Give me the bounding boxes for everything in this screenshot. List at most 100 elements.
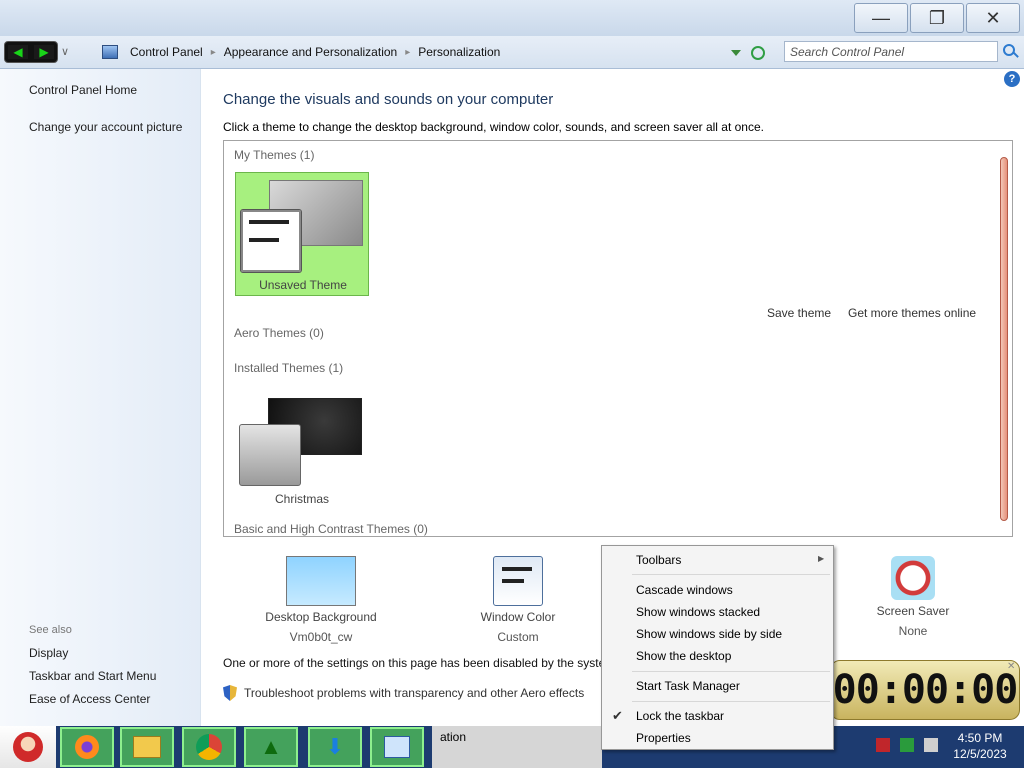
disabled-settings-message: One or more of the settings on this page… bbox=[223, 656, 603, 670]
start-button[interactable] bbox=[0, 726, 56, 768]
help-icon[interactable]: ? bbox=[1004, 71, 1020, 87]
desktop-background-value: Vm0b0t_cw bbox=[289, 630, 353, 644]
address-bar[interactable]: Control Panel ▸ Appearance and Personali… bbox=[96, 41, 746, 63]
submenu-arrow-icon: ▶ bbox=[818, 554, 825, 563]
minimize-button[interactable]: — bbox=[854, 3, 908, 33]
breadcrumb-personalization[interactable]: Personalization bbox=[418, 45, 500, 59]
preview-bar bbox=[502, 579, 524, 583]
theme-name: Christmas bbox=[274, 492, 329, 506]
page-description: Click a theme to change the desktop back… bbox=[223, 120, 764, 134]
menu-item-lock-taskbar[interactable]: Lock the taskbar bbox=[636, 709, 724, 723]
screen-saver-icon bbox=[891, 556, 935, 600]
breadcrumb-appearance[interactable]: Appearance and Personalization bbox=[224, 45, 397, 59]
window-color-value: Custom bbox=[497, 630, 539, 644]
group-installed-themes: Installed Themes (1) bbox=[234, 361, 344, 375]
taskbar-start-menu-link[interactable]: Taskbar and Start Menu bbox=[29, 669, 156, 683]
taskbar-xmas-button[interactable]: ▲ bbox=[244, 727, 298, 767]
left-pane: Control Panel Home Change your account p… bbox=[0, 69, 201, 726]
window-preview-icon bbox=[240, 209, 302, 273]
breadcrumb-separator-icon[interactable]: ▸ bbox=[405, 47, 410, 58]
screen-saver-label: Screen Saver bbox=[876, 604, 950, 618]
theme-tile-unsaved[interactable]: Unsaved Theme bbox=[235, 172, 369, 296]
menu-item-side-by-side[interactable]: Show windows side by side bbox=[636, 627, 782, 641]
desktop-background-label: Desktop Background bbox=[265, 610, 377, 624]
tray-date[interactable]: 12/5/2023 bbox=[946, 747, 1014, 761]
download-icon: ⬇ bbox=[325, 734, 345, 759]
clock-gadget[interactable]: 00:00:00 bbox=[830, 660, 1020, 720]
recent-pages-chevron-icon[interactable]: ∨ bbox=[61, 45, 69, 58]
search-input[interactable]: Search Control Panel bbox=[784, 41, 998, 62]
forward-button[interactable]: ▶ bbox=[34, 45, 54, 59]
taskbar-control-panel-button[interactable] bbox=[370, 727, 424, 767]
group-basic-themes: Basic and High Contrast Themes (0) bbox=[234, 522, 428, 536]
desktop-background-setting[interactable]: Desktop Background Vm0b0t_cw bbox=[251, 556, 391, 644]
theme-list: My Themes (1) Unsaved Theme Save theme G… bbox=[223, 140, 1013, 537]
theme-list-scrollbar[interactable] bbox=[1000, 157, 1008, 521]
christmas-tree-icon: ▲ bbox=[260, 734, 282, 759]
get-more-themes-link[interactable]: Get more themes online bbox=[848, 306, 976, 320]
santa-start-icon bbox=[13, 732, 43, 762]
taskbar-chrome-button[interactable] bbox=[182, 727, 236, 767]
chrome-icon bbox=[196, 734, 222, 760]
window-titlebar: — ❐ ✕ bbox=[0, 0, 1024, 36]
menu-item-cascade[interactable]: Cascade windows bbox=[636, 583, 733, 597]
page-title: Change the visuals and sounds on your co… bbox=[223, 91, 554, 108]
shield-icon bbox=[223, 685, 237, 701]
menu-item-properties[interactable]: Properties bbox=[636, 731, 691, 745]
volume-icon[interactable] bbox=[924, 738, 938, 752]
menu-separator bbox=[632, 574, 830, 575]
forward-arrow-icon: ▶ bbox=[39, 45, 49, 59]
checkmark-icon: ✔ bbox=[612, 708, 623, 723]
group-aero-themes: Aero Themes (0) bbox=[234, 326, 324, 340]
change-account-picture-link[interactable]: Change your account picture bbox=[29, 120, 182, 134]
menu-separator bbox=[632, 671, 830, 672]
taskbar-firefox-button[interactable] bbox=[60, 727, 114, 767]
window-color-setting[interactable]: Window Color Custom bbox=[448, 556, 588, 644]
window-color-icon bbox=[493, 556, 543, 606]
troubleshoot-aero-link[interactable]: Troubleshoot problems with transparency … bbox=[244, 686, 584, 700]
screen-saver-setting[interactable]: Screen Saver None bbox=[843, 556, 983, 638]
screen-saver-value: None bbox=[898, 624, 928, 638]
action-center-flag-icon[interactable] bbox=[876, 738, 890, 752]
menu-item-show-desktop[interactable]: Show the desktop bbox=[636, 649, 731, 663]
search-icon[interactable] bbox=[1003, 44, 1015, 56]
breadcrumb-control-panel[interactable]: Control Panel bbox=[130, 45, 203, 59]
group-my-themes: My Themes (1) bbox=[234, 148, 315, 162]
taskbar-explorer-button[interactable] bbox=[120, 727, 174, 767]
control-panel-home-link[interactable]: Control Panel Home bbox=[29, 83, 137, 97]
close-icon: ✕ bbox=[985, 7, 1001, 28]
window-preview-icon bbox=[239, 424, 301, 486]
save-theme-link[interactable]: Save theme bbox=[767, 306, 831, 320]
back-arrow-icon: ◀ bbox=[13, 45, 23, 59]
window-color-label: Window Color bbox=[480, 610, 556, 624]
nav-arrows: ◀ ▶ bbox=[4, 41, 58, 63]
display-link[interactable]: Display bbox=[29, 646, 68, 660]
network-icon[interactable] bbox=[900, 738, 914, 752]
taskbar: ▲ ⬇ ation 4:50 PM 12/5/2023 bbox=[0, 726, 1024, 768]
breadcrumb-separator-icon[interactable]: ▸ bbox=[211, 47, 216, 58]
see-also-heading: See also bbox=[29, 624, 72, 636]
restore-icon: ❐ bbox=[928, 7, 946, 28]
menu-item-task-manager[interactable]: Start Task Manager bbox=[636, 679, 740, 693]
control-panel-icon bbox=[102, 45, 118, 59]
control-panel-taskbar-icon bbox=[384, 736, 410, 758]
theme-tile-christmas[interactable]: Christmas bbox=[235, 398, 369, 508]
ease-of-access-link[interactable]: Ease of Access Center bbox=[29, 692, 150, 706]
address-dropdown-icon[interactable] bbox=[731, 50, 741, 56]
preview-bar bbox=[249, 238, 279, 242]
refresh-icon[interactable] bbox=[751, 46, 765, 60]
menu-item-stacked[interactable]: Show windows stacked bbox=[636, 605, 760, 619]
minimize-icon: — bbox=[872, 7, 890, 28]
maximize-button[interactable]: ❐ bbox=[910, 3, 964, 33]
navigation-bar: ◀ ▶ ∨ Control Panel ▸ Appearance and Per… bbox=[0, 36, 1024, 69]
taskbar-context-menu: Toolbars ▶ Cascade windows Show windows … bbox=[601, 545, 834, 750]
preview-bar bbox=[502, 567, 532, 571]
preview-bar bbox=[249, 220, 289, 224]
gadget-close-icon[interactable]: ✕ bbox=[1007, 661, 1015, 672]
taskbar-download-button[interactable]: ⬇ bbox=[308, 727, 362, 767]
back-button[interactable]: ◀ bbox=[8, 45, 28, 59]
menu-item-toolbars[interactable]: Toolbars bbox=[636, 553, 681, 567]
tray-time[interactable]: 4:50 PM bbox=[950, 731, 1010, 745]
menu-separator bbox=[632, 701, 830, 702]
close-button[interactable]: ✕ bbox=[966, 3, 1020, 33]
